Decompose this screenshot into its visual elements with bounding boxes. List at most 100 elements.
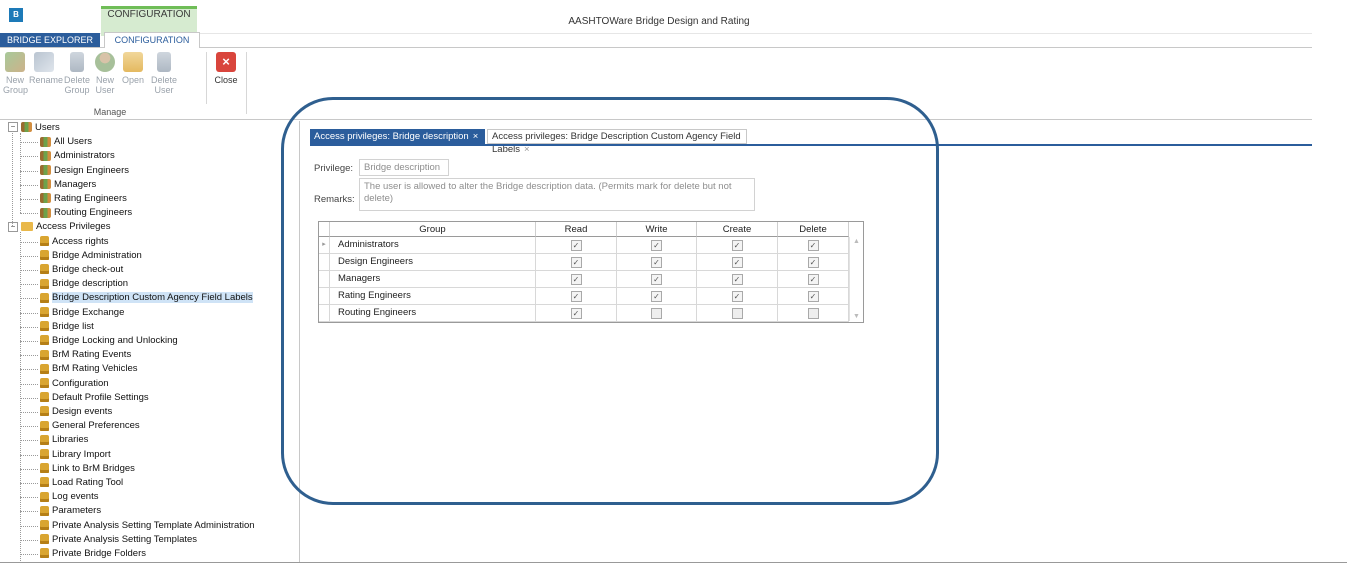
tab-bridge-explorer[interactable]: BRIDGE EXPLORER [0,33,100,47]
tree-connector [20,232,21,568]
tree-connector [20,497,38,499]
tree-connector [20,298,38,300]
tree-node-privilege[interactable]: Bridge Administration [40,249,142,263]
tree-connector [20,440,38,442]
tree-connector [20,270,38,271]
tree-node-privilege[interactable]: Private Analysis Setting Template Admini… [40,519,255,533]
tree-node-privilege[interactable]: Load Rating Tool [40,476,123,490]
folder-icon [123,52,143,72]
close-button[interactable]: × Close [214,52,238,85]
close-icon: × [216,52,236,72]
trash-icon [157,52,171,72]
lock-icon [40,463,49,474]
ribbon-tab-row: BRIDGE EXPLORER CONFIGURATION [0,32,1318,48]
configuration-tree: − Users All Users Administrators Design Engi… [0,121,300,568]
collapse-toggle-icon[interactable]: − [8,122,18,133]
tree-node-user-group[interactable]: Design Engineers [40,164,129,178]
tree-node-user-group[interactable]: All Users [40,135,92,149]
lock-icon [40,335,49,346]
tree-node-privilege[interactable]: Bridge Locking and Unlocking [40,334,178,348]
tree-node-users[interactable]: − Users [8,121,60,135]
lock-icon [40,477,49,488]
ribbon-separator [206,52,207,104]
folder-icon [21,222,33,232]
tree-node-privilege[interactable]: Library Import [40,448,111,462]
tree-node-privilege[interactable]: Bridge list [40,320,94,334]
rename-button[interactable]: Rename [29,52,63,85]
tree-connector [20,355,38,357]
tree-connector [20,326,38,328]
tree-node-privilege[interactable]: Private Analysis Setting Templates [40,533,197,547]
tree-node-privilege[interactable]: Bridge Exchange [40,306,124,320]
open-button[interactable]: Open [119,52,147,85]
group-icon [40,165,51,176]
tree-connector [20,525,38,527]
new-user-icon [95,52,115,72]
tree-connector [20,170,38,172]
tree-node-access-privileges[interactable]: − Access Privileges [8,220,110,234]
ribbon-group-label: Manage [93,107,127,117]
lock-icon [40,349,49,360]
tree-connector [20,184,38,186]
tree-node-privilege[interactable]: Bridge Description Custom Agency Field L… [40,291,253,305]
tree-connector [20,133,21,214]
tree-node-user-group[interactable]: Administrators [40,149,115,163]
rename-icon [34,52,54,72]
delete-user-button[interactable]: Delete User [150,52,178,95]
lock-icon [40,321,49,332]
tree-connector [20,255,38,257]
lock-icon [40,505,49,516]
tree-node-privilege[interactable]: Default Profile Settings [40,391,149,405]
tree-connector [20,199,38,200]
delete-group-button[interactable]: Delete Group [62,52,92,95]
lock-icon [40,378,49,389]
lock-icon [40,292,49,303]
tree-node-privilege[interactable]: BrM Rating Events [40,348,131,362]
tree-node-privilege[interactable]: BrM Rating Vehicles [40,362,138,376]
lock-icon [40,434,49,445]
tree-connector [20,383,38,385]
tree-node-privilege[interactable]: Parameters [40,504,101,518]
tree-connector [20,369,38,371]
tree-node-privilege[interactable]: Access rights [40,235,109,249]
tab-configuration[interactable]: CONFIGURATION [104,32,200,48]
lock-icon [40,264,49,275]
application-window: B CONFIGURATION AASHTOWare Bridge Design… [0,0,1318,568]
tree-node-privilege[interactable]: Link to BrM Bridges [40,462,135,476]
lock-icon [40,449,49,460]
tree-node-user-group[interactable]: Managers [40,178,96,192]
tree-node-user-group[interactable]: Routing Engineers [40,206,132,220]
lock-icon [40,278,49,289]
group-icon [40,150,51,161]
tree-connector [12,133,13,227]
tree-node-privilege[interactable]: Log events [40,490,98,504]
lock-icon [40,548,49,559]
tree-node-privilege[interactable]: Configuration [40,377,109,391]
new-user-button[interactable]: New User [93,52,117,95]
tree-node-privilege[interactable]: Bridge check-out [40,263,123,277]
new-group-button[interactable]: New Group [3,52,28,95]
tree-connector [20,397,38,399]
group-icon [40,179,51,190]
lock-icon [40,250,49,261]
tree-connector [20,213,38,215]
tree-node-privilege[interactable]: Bridge description [40,277,128,291]
group-icon [40,193,51,204]
tree-connector [20,539,38,541]
tree-node-privilege[interactable]: Private Bridge Folders [40,547,146,561]
tree-connector [20,312,38,314]
tree-node-privilege[interactable]: Libraries [40,433,88,447]
tree-connector [20,241,38,243]
tree-node-privilege[interactable]: General Preferences [40,419,140,433]
new-group-icon [5,52,25,72]
lock-icon [40,406,49,417]
tree-node-privilege[interactable]: Design events [40,405,112,419]
group-icon [40,136,51,147]
ribbon-separator [246,52,247,114]
torn-edge-bottom [0,562,1347,577]
torn-edge-right [1312,0,1347,577]
tree-connector [20,284,38,286]
collapse-toggle-icon[interactable]: − [8,221,18,232]
tree-node-user-group[interactable]: Rating Engineers [40,192,127,206]
tree-connector [20,554,38,555]
